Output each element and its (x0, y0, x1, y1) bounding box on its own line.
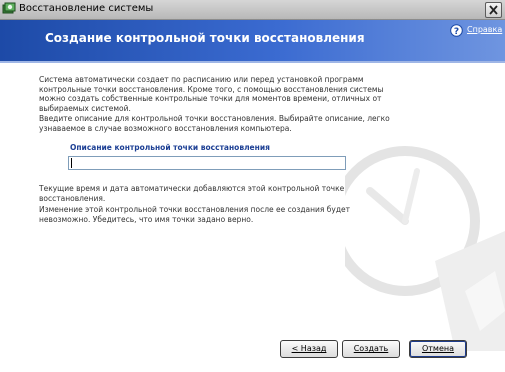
warning-text: Изменение этой контрольной точки восстан… (39, 205, 351, 224)
instruction-text: Введите описание для контрольной точки в… (39, 114, 390, 133)
close-button[interactable] (485, 2, 502, 18)
cancel-button[interactable]: Отмена (409, 340, 467, 358)
system-restore-icon (2, 2, 16, 14)
back-button[interactable]: < Назад (280, 340, 338, 358)
description-input[interactable] (68, 156, 346, 170)
window-title: Восстановление системы (19, 3, 154, 14)
svg-text:?: ? (454, 27, 459, 37)
wizard-content: Система автоматически создает по расписа… (0, 63, 505, 372)
wizard-header: Создание контрольной точки восстановлени… (0, 20, 505, 61)
create-button[interactable]: Создать (342, 340, 400, 358)
page-title: Создание контрольной точки восстановлени… (45, 31, 365, 45)
timestamp-note: Текущие время и дата автоматически добав… (39, 184, 345, 203)
help-icon[interactable]: ? (450, 24, 463, 37)
close-icon (489, 5, 498, 15)
system-restore-window: Восстановление системы Создание контроль… (0, 0, 505, 372)
text-caret (71, 158, 72, 168)
description-label: Описание контрольной точки восстановлени… (70, 143, 270, 152)
help-link[interactable]: Справка (467, 25, 502, 34)
intro-text: Система автоматически создает по расписа… (39, 75, 384, 113)
clock-watermark-icon (345, 146, 505, 351)
title-bar[interactable]: Восстановление системы (0, 0, 505, 20)
